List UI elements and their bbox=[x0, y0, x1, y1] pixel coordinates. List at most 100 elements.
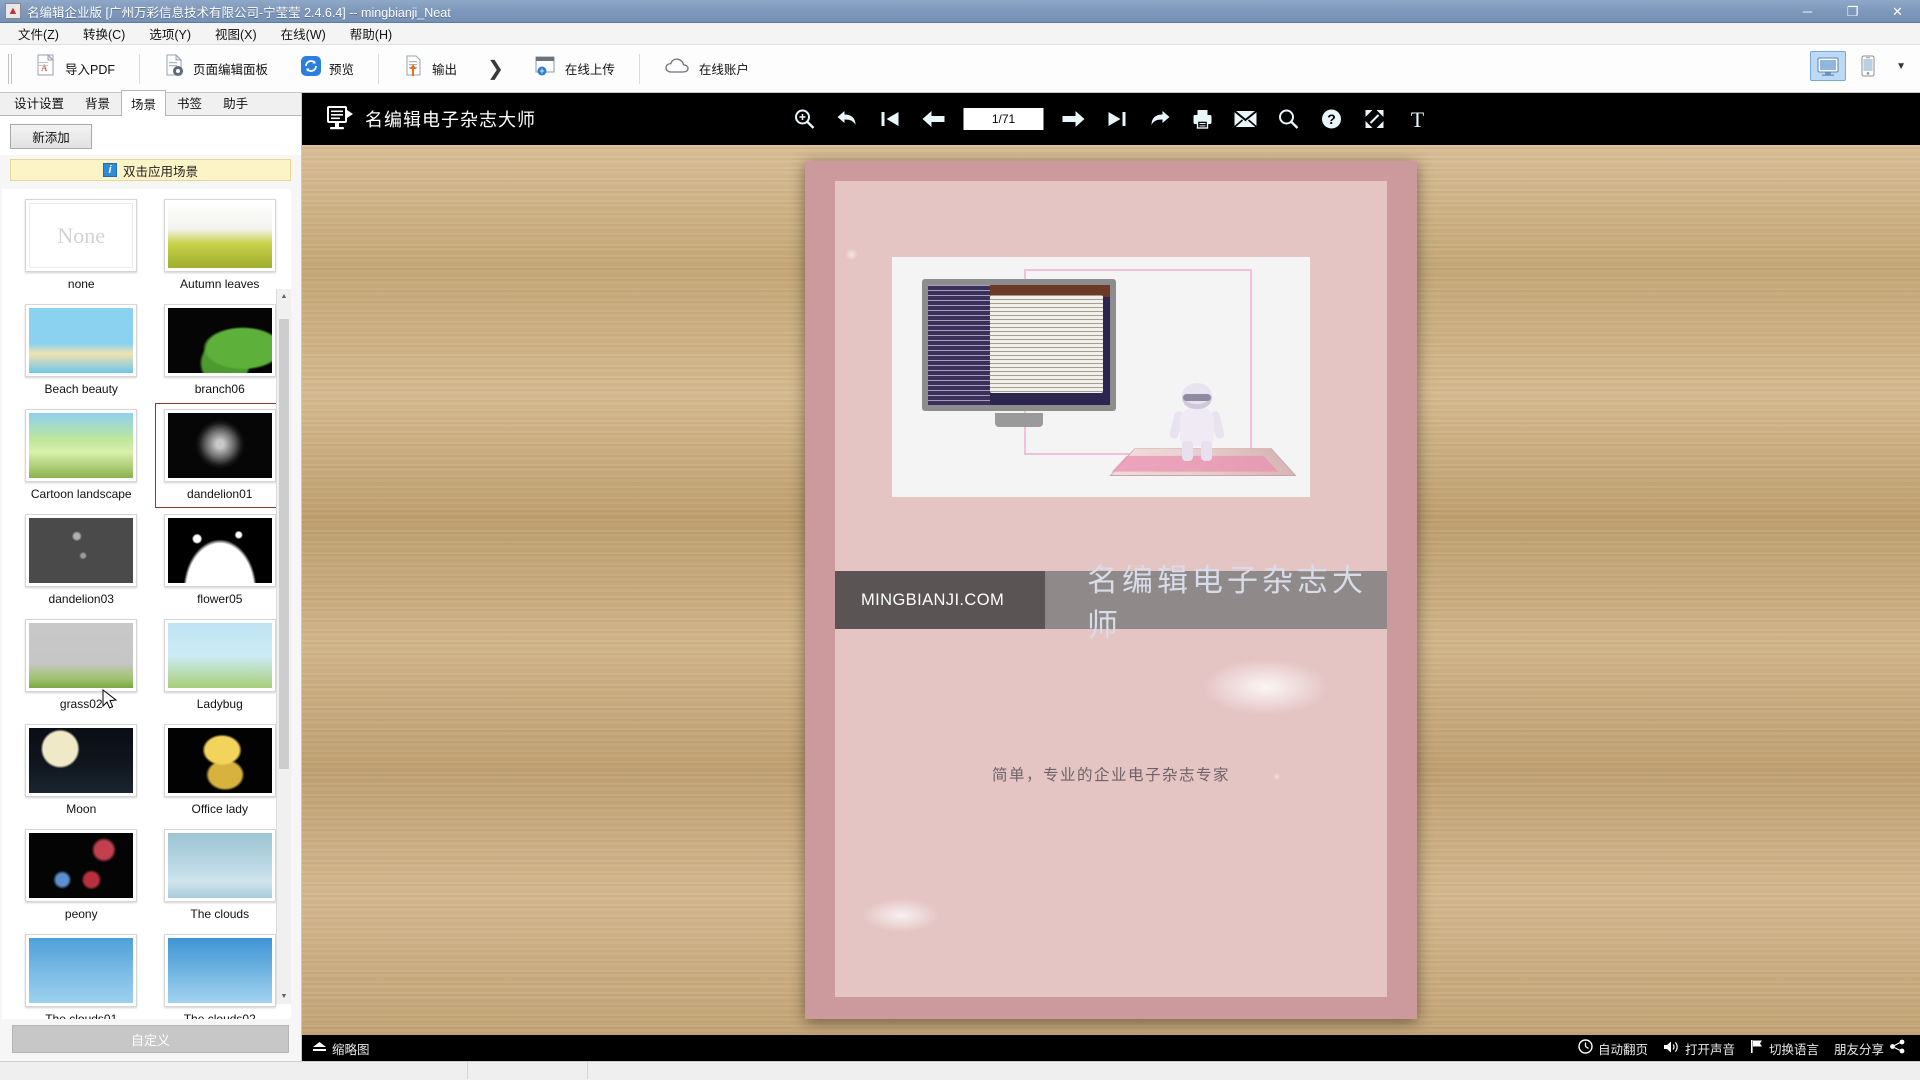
page-indicator-input[interactable] bbox=[963, 108, 1044, 130]
previous-page-icon[interactable] bbox=[921, 106, 947, 132]
scene-thumbnail[interactable] bbox=[163, 934, 276, 1007]
scene-item[interactable]: Cartoon landscape bbox=[16, 403, 147, 508]
scene-thumbnail[interactable] bbox=[25, 619, 138, 692]
next-page-icon[interactable] bbox=[1061, 106, 1087, 132]
scene-thumbnail[interactable] bbox=[25, 829, 138, 902]
text-tool-icon[interactable]: T bbox=[1405, 106, 1431, 132]
preview-button[interactable]: 预览 bbox=[284, 49, 370, 89]
scene-thumbnail[interactable]: None bbox=[25, 199, 138, 272]
scene-item[interactable]: The clouds bbox=[155, 823, 286, 928]
scene-label: The clouds02 bbox=[183, 1012, 256, 1019]
document-page[interactable]: MINGBIANJI.COM 名编辑电子杂志大师 简单，专业的企业电子杂志专家 bbox=[805, 161, 1417, 1019]
scene-item[interactable]: branch06 bbox=[155, 298, 286, 403]
scene-item[interactable]: Beach beauty bbox=[16, 298, 147, 403]
scene-item[interactable]: Office lady bbox=[155, 718, 286, 823]
help-icon[interactable]: ? bbox=[1319, 106, 1345, 132]
scene-thumbnail[interactable] bbox=[25, 724, 138, 797]
scene-thumbnail[interactable] bbox=[25, 934, 138, 1007]
share-button[interactable]: 朋友分享 bbox=[1834, 1039, 1906, 1058]
tab-design-settings[interactable]: 设计设置 bbox=[4, 89, 74, 115]
custom-scene-button[interactable]: 自定义 bbox=[12, 1025, 289, 1053]
page-stage[interactable]: MINGBIANJI.COM 名编辑电子杂志大师 简单，专业的企业电子杂志专家 bbox=[302, 145, 1920, 1035]
scene-item[interactable]: Autumn leaves bbox=[155, 193, 286, 298]
scene-item[interactable]: None none bbox=[16, 193, 147, 298]
zoom-in-icon[interactable] bbox=[792, 106, 818, 132]
online-upload-button[interactable]: 在线上传 bbox=[518, 49, 631, 89]
fullscreen-icon[interactable] bbox=[1362, 106, 1388, 132]
scroll-down-icon[interactable]: ▼ bbox=[277, 989, 291, 1004]
scene-thumbnail[interactable] bbox=[163, 829, 276, 902]
scene-hint-bar: i 双击应用场景 bbox=[10, 159, 291, 181]
scrollbar-thumb[interactable] bbox=[279, 319, 289, 769]
desktop-view-toggle[interactable] bbox=[1810, 51, 1847, 81]
scene-item[interactable]: dandelion01 bbox=[154, 403, 285, 508]
scene-thumbnail[interactable] bbox=[25, 304, 138, 377]
scene-thumbnail[interactable] bbox=[163, 409, 276, 482]
close-button[interactable]: ✕ bbox=[1875, 0, 1920, 23]
viewer-brand: 名编辑电子杂志大师 bbox=[326, 105, 536, 133]
scene-label: dandelion03 bbox=[48, 592, 114, 606]
page-edit-panel-button[interactable]: 页面编辑面板 bbox=[148, 49, 284, 89]
auto-flip-button[interactable]: 自动翻页 bbox=[1578, 1039, 1648, 1058]
cover-tagline: 简单，专业的企业电子杂志专家 bbox=[991, 767, 1230, 784]
sound-button[interactable]: 打开声音 bbox=[1663, 1039, 1735, 1058]
scene-thumbnail[interactable] bbox=[163, 514, 276, 587]
menu-online[interactable]: 在线(W) bbox=[269, 22, 338, 45]
tab-bookmark[interactable]: 书签 bbox=[167, 89, 212, 115]
menu-view[interactable]: 视图(X) bbox=[203, 22, 269, 45]
view-mode-dropdown[interactable]: ▼ bbox=[1890, 61, 1912, 72]
scene-item[interactable]: peony bbox=[16, 823, 147, 928]
scene-list-scrollbar[interactable]: ▲ ▼ bbox=[276, 289, 291, 1004]
scene-thumbnail[interactable] bbox=[25, 409, 138, 482]
maximize-button[interactable]: ❐ bbox=[1830, 0, 1875, 23]
scene-list[interactable]: None none Autumn leaves Beach beauty branch0… bbox=[2, 189, 291, 1019]
scroll-up-icon[interactable]: ▲ bbox=[277, 289, 291, 304]
chevron-right-icon[interactable]: ❯ bbox=[473, 56, 518, 81]
mobile-view-toggle[interactable] bbox=[1850, 51, 1886, 81]
online-account-label: 在线账户 bbox=[698, 63, 749, 77]
svg-text:T: T bbox=[1411, 108, 1425, 130]
menu-file[interactable]: 文件(Z) bbox=[6, 22, 71, 45]
toolbar-grip[interactable] bbox=[8, 53, 14, 84]
scene-item[interactable]: Moon bbox=[16, 718, 147, 823]
output-button[interactable]: 输出 bbox=[387, 49, 473, 89]
tab-assistant[interactable]: 助手 bbox=[213, 89, 258, 115]
tab-background[interactable]: 背景 bbox=[75, 89, 120, 115]
menu-options[interactable]: 选项(Y) bbox=[137, 22, 203, 45]
scene-item[interactable]: grass02 bbox=[16, 613, 147, 718]
viewer-toolbar: 名编辑电子杂志大师 1/71 ? T bbox=[302, 93, 1920, 145]
redo-icon[interactable] bbox=[1147, 106, 1173, 132]
first-page-icon[interactable] bbox=[878, 106, 904, 132]
scene-thumbnail-image bbox=[167, 308, 272, 373]
import-pdf-button[interactable]: A 导入PDF bbox=[20, 49, 131, 89]
scene-item[interactable]: Ladybug bbox=[155, 613, 286, 718]
scene-item[interactable]: The clouds01 bbox=[16, 928, 147, 1019]
last-page-icon[interactable] bbox=[1104, 106, 1130, 132]
mail-icon[interactable] bbox=[1233, 106, 1259, 132]
online-upload-label: 在线上传 bbox=[564, 63, 615, 77]
menu-convert[interactable]: 转换(C) bbox=[71, 22, 137, 45]
menu-help[interactable]: 帮助(H) bbox=[338, 22, 404, 45]
thumbnail-toggle[interactable]: 缩略图 bbox=[312, 1039, 370, 1058]
language-button[interactable]: 切换语言 bbox=[1750, 1039, 1819, 1058]
scene-item[interactable]: dandelion03 bbox=[16, 508, 147, 613]
toolbar-separator bbox=[638, 53, 640, 84]
svg-text:A: A bbox=[41, 63, 48, 73]
scene-item[interactable]: flower05 bbox=[155, 508, 286, 613]
scene-label: grass02 bbox=[59, 697, 103, 711]
print-icon[interactable] bbox=[1190, 106, 1216, 132]
tab-scene[interactable]: 场景 bbox=[121, 90, 167, 116]
undo-icon[interactable] bbox=[835, 106, 861, 132]
speaker-icon bbox=[1663, 1040, 1680, 1057]
scene-item[interactable]: The clouds02 bbox=[155, 928, 286, 1019]
scene-thumbnail[interactable] bbox=[25, 514, 138, 587]
scene-thumbnail[interactable] bbox=[163, 619, 276, 692]
scene-thumbnail[interactable] bbox=[163, 199, 276, 272]
search-icon[interactable] bbox=[1276, 106, 1302, 132]
add-scene-button[interactable]: 新添加 bbox=[10, 124, 92, 149]
minimize-button[interactable]: ─ bbox=[1785, 0, 1830, 23]
online-account-button[interactable]: 在线账户 bbox=[648, 49, 765, 89]
refresh-circle-icon bbox=[300, 55, 322, 82]
scene-thumbnail[interactable] bbox=[163, 724, 276, 797]
scene-thumbnail[interactable] bbox=[163, 304, 276, 377]
